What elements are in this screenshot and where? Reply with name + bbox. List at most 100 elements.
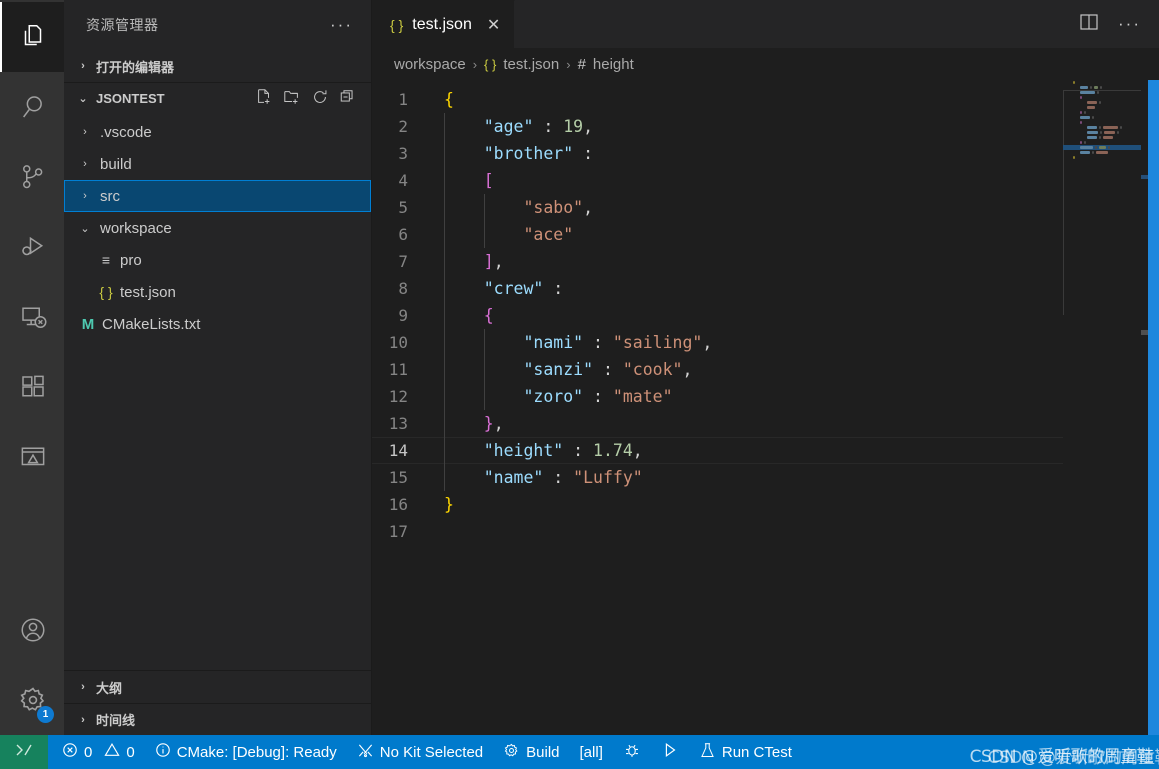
- breadcrumb-item-symbol[interactable]: height: [593, 56, 634, 73]
- minimap-line: [1063, 160, 1141, 165]
- breadcrumb-item-file[interactable]: test.json: [503, 56, 559, 73]
- code-line-12[interactable]: 12 "zoro" : "mate": [372, 383, 1159, 410]
- activity-item-source-control[interactable]: [0, 142, 64, 212]
- code-content[interactable]: 1{2 "age" : 19, 3 "brother" :4 [5 "sabo",…: [372, 80, 1159, 545]
- status-problems[interactable]: 0 0: [48, 735, 145, 769]
- code-token: ,: [493, 252, 504, 271]
- activity-item-remote-explorer[interactable]: [0, 282, 64, 352]
- code-line-11[interactable]: 11 "sanzi" : "cook",: [372, 356, 1159, 383]
- line-number: 11: [388, 360, 408, 379]
- tab-test-json[interactable]: { } test.json ✕: [372, 0, 516, 48]
- section-outline[interactable]: › 大纲: [64, 671, 371, 703]
- status-cmake-label: CMake: [Debug]: Ready: [176, 743, 337, 761]
- activity-item-extensions[interactable]: [0, 352, 64, 422]
- code-line-text: ],: [434, 248, 504, 275]
- new-folder-icon[interactable]: [283, 88, 301, 109]
- code-line-text: {: [434, 302, 494, 329]
- code-line-3[interactable]: 3 "brother" :: [372, 140, 1159, 167]
- tree-item-workspace[interactable]: ⌄ workspace: [64, 212, 371, 244]
- code-line-16[interactable]: 16}: [372, 491, 1159, 518]
- refresh-icon[interactable]: [311, 88, 329, 109]
- code-line-6[interactable]: 6 "ace": [372, 221, 1159, 248]
- indent-guide: [444, 302, 445, 329]
- code-token: }: [444, 495, 454, 514]
- code-line-8[interactable]: 8 "crew" :: [372, 275, 1159, 302]
- indent-guide: [444, 275, 445, 302]
- code-line-13[interactable]: 13 },: [372, 410, 1159, 437]
- status-debug[interactable]: [613, 735, 651, 769]
- tree-item-pro[interactable]: ≡ pro: [64, 244, 371, 276]
- window-edge-strip: [1148, 80, 1159, 735]
- status-remote-indicator[interactable]: [0, 735, 48, 769]
- split-editor-icon[interactable]: [1078, 11, 1100, 38]
- section-folder-jsontest[interactable]: ⌄ JSONTEST: [64, 82, 371, 114]
- code-line-text: "zoro" : "mate": [434, 383, 673, 410]
- editor-tab-bar: { } test.json ✕ ···: [372, 0, 1159, 48]
- collapse-all-icon[interactable]: [339, 88, 357, 109]
- warning-icon: [104, 742, 120, 762]
- editor-actions: ···: [1060, 0, 1159, 48]
- tree-item-label: src: [100, 187, 120, 205]
- code-token: "Luffy": [573, 468, 643, 487]
- minimap-block: [1083, 111, 1086, 114]
- minimap-block: [1104, 131, 1115, 134]
- tree-item-test-json[interactable]: { } test.json: [64, 276, 371, 308]
- code-line-5[interactable]: 5 "sabo",: [372, 194, 1159, 221]
- code-token: "age": [483, 117, 534, 136]
- indent-guide: [484, 221, 485, 248]
- code-token: ,: [583, 198, 594, 217]
- line-number: 1: [398, 90, 408, 109]
- code-scroll[interactable]: 1{2 "age" : 19, 3 "brother" :4 [5 "sabo",…: [372, 80, 1159, 735]
- minimap-block: [1079, 116, 1090, 119]
- code-line-14[interactable]: 14 "height" : 1.74,: [372, 437, 1159, 464]
- status-cmake[interactable]: CMake: [Debug]: Ready: [145, 735, 347, 769]
- activity-item-settings[interactable]: 1: [0, 665, 64, 735]
- indent-guide: [444, 410, 445, 437]
- settings-badge: 1: [37, 706, 54, 723]
- sidebar-more-actions[interactable]: ···: [330, 16, 353, 33]
- code-line-2[interactable]: 2 "age" : 19,: [372, 113, 1159, 140]
- activity-item-search[interactable]: [0, 72, 64, 142]
- code-line-10[interactable]: 10 "nami" : "sailing",: [372, 329, 1159, 356]
- breadcrumb-item-workspace[interactable]: workspace: [394, 56, 466, 73]
- code-line-17[interactable]: 17: [372, 518, 1159, 545]
- minimap-block: [1094, 86, 1098, 89]
- minimap-block: [1102, 126, 1119, 129]
- activity-item-explorer[interactable]: [0, 2, 64, 72]
- status-kit-label: No Kit Selected: [379, 743, 484, 761]
- status-target[interactable]: [all]: [570, 735, 613, 769]
- tree-item-cmakelists-txt[interactable]: M CMakeLists.txt: [64, 308, 371, 340]
- activity-item-accounts[interactable]: [0, 595, 64, 665]
- code-token: "name": [483, 468, 544, 487]
- code-line-7[interactable]: 7 ],: [372, 248, 1159, 275]
- status-build[interactable]: Build: [493, 735, 569, 769]
- code-line-4[interactable]: 4 [: [372, 167, 1159, 194]
- activity-item-cmake[interactable]: [0, 422, 64, 492]
- minimap[interactable]: [1063, 80, 1141, 735]
- code-line-15[interactable]: 15 "name" : "Luffy": [372, 464, 1159, 491]
- section-open-editors[interactable]: › 打开的编辑器: [64, 50, 371, 82]
- code-line-text: "ace": [434, 221, 573, 248]
- code-line-1[interactable]: 1{: [372, 86, 1159, 113]
- sidebar-title-bar: 资源管理器 ···: [64, 0, 371, 50]
- code-line-text: [: [434, 167, 494, 194]
- minimap-block: [1099, 146, 1107, 149]
- minimap-block: [1091, 116, 1094, 119]
- tree-item-build[interactable]: › build: [64, 148, 371, 180]
- status-launch[interactable]: [651, 735, 689, 769]
- activity-item-run-and-debug[interactable]: [0, 212, 64, 282]
- close-icon[interactable]: ✕: [487, 15, 500, 35]
- line-number: 14: [388, 441, 408, 460]
- code-line-text: "sanzi" : "cook",: [434, 356, 692, 383]
- status-kit[interactable]: No Kit Selected: [347, 735, 493, 769]
- minimap-block: [1086, 136, 1097, 139]
- new-file-icon[interactable]: [255, 88, 273, 109]
- settings-file-icon: ≡: [101, 252, 111, 268]
- tree-item-src[interactable]: › src: [64, 180, 371, 212]
- code-line-9[interactable]: 9 {: [372, 302, 1159, 329]
- section-timeline[interactable]: › 时间线: [64, 703, 371, 735]
- status-ctest[interactable]: Run CTest: [689, 735, 802, 769]
- tree-item--vscode[interactable]: › .vscode: [64, 116, 371, 148]
- editor-more-actions[interactable]: ···: [1118, 15, 1141, 32]
